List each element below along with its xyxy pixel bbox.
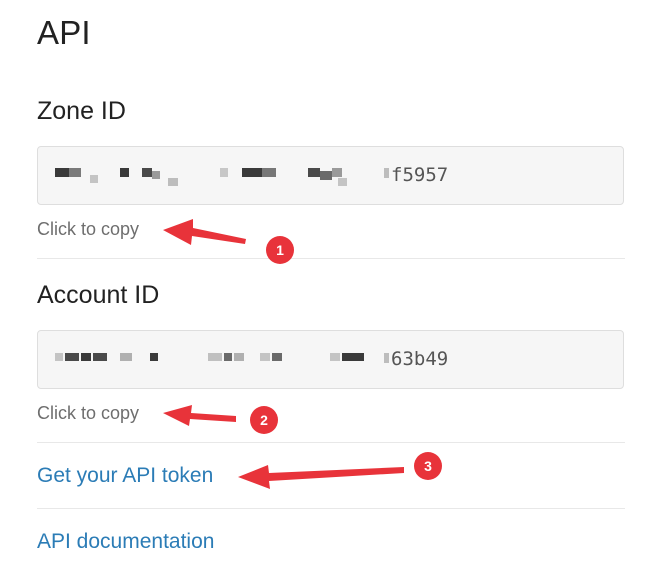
- annotation-badge-2-label: 2: [260, 412, 268, 428]
- annotation-arrow-3: [238, 465, 404, 489]
- annotation-badge-1-label: 1: [276, 242, 284, 258]
- annotation-arrow-2: [163, 405, 236, 426]
- annotation-arrow-1: [163, 219, 246, 245]
- annotation-badge-3-label: 3: [424, 458, 432, 474]
- annotation-badge-3: 3: [414, 452, 442, 480]
- annotation-badge-2: 2: [250, 406, 278, 434]
- annotation-badge-1: 1: [266, 236, 294, 264]
- annotation-overlay: 1 2 3: [163, 219, 442, 489]
